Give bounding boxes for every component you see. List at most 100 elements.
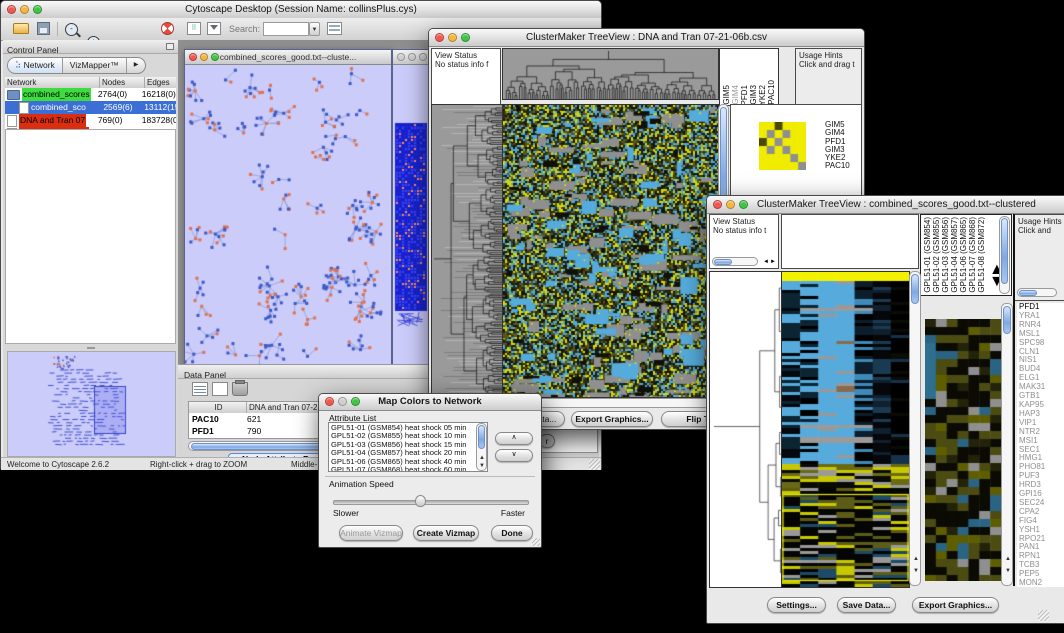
minimize-button[interactable] <box>20 5 29 14</box>
close-button[interactable] <box>189 53 197 61</box>
done-button[interactable]: Done <box>491 525 533 541</box>
tv1-export-graphics-button[interactable]: Export Graphics... <box>571 411 653 427</box>
network-row-combined-sco-selected[interactable]: combined_sco 2569(6) 13112(15) <box>5 101 176 114</box>
minimize-button[interactable] <box>200 53 208 61</box>
tv2-export-graphics-button[interactable]: Export Graphics... <box>912 597 999 613</box>
tv2-heatmap-canvas[interactable] <box>781 271 910 588</box>
birdseye-view-canvas[interactable] <box>7 351 176 457</box>
treeview2-title: ClusterMaker TreeView : combined_scores_… <box>707 196 1064 213</box>
search-input[interactable] <box>263 22 309 36</box>
minimize-button[interactable] <box>338 397 347 406</box>
status-middle-hint: Middle- <box>288 458 317 469</box>
tv1-gene-label[interactable]: PAC10 <box>825 162 861 170</box>
tv2-settings-button[interactable]: Settings... <box>767 597 826 613</box>
scroll-up-arrow[interactable]: ▲ <box>1005 555 1011 563</box>
resize-grip[interactable] <box>589 459 600 470</box>
zoom-button[interactable] <box>351 397 360 406</box>
scroll-down-arrow[interactable]: ▼ <box>913 567 919 575</box>
tv2-column-label: GPL51-03 (GSM856) <box>941 217 950 293</box>
close-button[interactable] <box>397 53 405 61</box>
tv2-gene-label[interactable]: MON2 <box>1019 579 1064 587</box>
tab-overflow-arrow[interactable]: ▶ <box>127 58 146 73</box>
new-attribute-icon[interactable] <box>212 382 228 396</box>
tv2-subheatmap-canvas[interactable] <box>925 319 1001 581</box>
filter-icon[interactable] <box>207 22 221 35</box>
close-button[interactable] <box>435 33 444 42</box>
tv1-heatmap-canvas[interactable] <box>502 104 719 398</box>
col-header-edges[interactable]: Edges <box>145 77 176 88</box>
trash-icon[interactable] <box>232 382 248 396</box>
folder-icon <box>7 90 20 100</box>
minimize-button[interactable] <box>726 200 735 209</box>
tv2-row-dendrogram-canvas[interactable] <box>709 271 783 588</box>
search-dropdown-button[interactable]: ▼ <box>309 22 320 36</box>
tv2-view-status-line2: No status info t <box>710 226 778 235</box>
zoom-button[interactable] <box>419 53 427 61</box>
treeview2-titlebar[interactable]: ClusterMaker TreeView : combined_scores_… <box>707 196 1064 214</box>
tv2-status-scrollbar[interactable] <box>712 257 758 266</box>
dialog-titlebar[interactable]: Map Colors to Network <box>319 394 541 411</box>
close-button[interactable] <box>325 397 334 406</box>
attribute-listbox[interactable]: GPL51-01 (GSM854) heat shock 05 minGPL51… <box>328 422 488 472</box>
tab-network[interactable]: ⠵ Network <box>8 58 63 73</box>
close-button[interactable] <box>7 5 16 14</box>
tv2-collabels-scrollbar[interactable] <box>999 216 1010 294</box>
tv2-column-label: GPL51-04 (GSM857) <box>950 217 959 293</box>
attribute-browser-icon[interactable] <box>327 22 342 35</box>
create-vizmap-button[interactable]: Create Vizmap <box>413 525 479 541</box>
tv1-view-status-line1: View Status <box>432 49 500 60</box>
treeview1-titlebar[interactable]: ClusterMaker TreeView : DNA and Tran 07-… <box>429 29 864 47</box>
tv1-subheatmap-canvas[interactable] <box>759 122 806 170</box>
tab-vizmapper[interactable]: VizMapper™ <box>63 58 127 73</box>
scroll-up-arrow[interactable]: ▲ <box>913 555 919 563</box>
tv2-hints-scrollbar[interactable] <box>1017 288 1057 297</box>
tv2-vscrollbar[interactable]: ▲ ▼ <box>909 271 921 586</box>
network-view-titlebar[interactable]: combined_scores_good.txt--cluste... <box>185 50 391 65</box>
animate-vizmap-button[interactable]: Animate Vizmap <box>339 525 403 541</box>
animation-slider-track[interactable] <box>333 500 529 505</box>
network-row-dna-tran[interactable]: DNA and Tran 07 769(0) 183728(0) <box>5 114 176 127</box>
tv2-save-data-button[interactable]: Save Data... <box>837 597 896 613</box>
help-lifesaver-icon[interactable] <box>161 22 174 35</box>
tv1-row-dendrogram-canvas[interactable] <box>431 104 503 398</box>
close-button[interactable] <box>713 200 722 209</box>
network-overview-icon[interactable]: ⠿ <box>187 22 201 35</box>
control-panel: Control Panel ⠵ Network VizMapper™ ▶ Net… <box>3 40 179 457</box>
main-titlebar[interactable]: Cytoscape Desktop (Session Name: collins… <box>1 1 601 19</box>
scroll-down-arrow[interactable]: ▼ <box>1005 567 1011 575</box>
tv1-column-label: YKE2 <box>758 85 767 105</box>
zoom-button[interactable] <box>211 53 219 61</box>
faster-label: Faster <box>501 508 525 518</box>
network-row-combined-scores[interactable]: combined_scores 2764(0) 16218(0) <box>5 88 176 101</box>
attribute-list-scrollbar[interactable]: ▲ ▼ <box>476 423 487 471</box>
tv2-usage-hints-line1: Usage Hints <box>1015 215 1064 226</box>
attribute-list-item[interactable]: GPL51-07 (GSM868) heat shock 60 min <box>331 466 485 472</box>
tv2-right-scrollbar[interactable]: ▲ ▼ <box>1001 303 1013 586</box>
dialog-resize-grip[interactable] <box>532 538 540 546</box>
tv2-pane-divider <box>1013 214 1015 586</box>
zoom-button[interactable] <box>33 5 42 14</box>
tv1-column-dendrogram-canvas[interactable] <box>502 48 719 100</box>
zoom-out-icon[interactable]: - <box>65 23 78 36</box>
minimize-button[interactable] <box>408 53 416 61</box>
zoom-button[interactable] <box>739 200 748 209</box>
minimize-button[interactable] <box>448 33 457 42</box>
scroll-right-arrow[interactable]: ► <box>770 259 776 265</box>
tv2-resize-grip[interactable] <box>1038 610 1049 621</box>
float-panel-icon[interactable] <box>166 43 174 50</box>
table-view-icon[interactable] <box>192 382 208 396</box>
save-session-icon[interactable] <box>37 22 50 35</box>
move-down-button[interactable]: ∨ <box>495 449 533 462</box>
zoom-button[interactable] <box>461 33 470 42</box>
scroll-up-arrow[interactable]: ▲ <box>479 454 485 462</box>
scroll-left-arrow[interactable]: ◄ <box>763 259 769 265</box>
animation-slider-thumb[interactable] <box>415 495 426 507</box>
open-file-icon[interactable] <box>13 23 29 34</box>
scroll-down-arrow[interactable]: ▼ <box>479 462 485 470</box>
col-header-nodes[interactable]: Nodes <box>100 77 145 88</box>
panel-divider-handle[interactable] <box>5 346 176 350</box>
move-up-button[interactable]: ∧ <box>495 432 533 445</box>
attr-col-id[interactable]: ID <box>189 402 247 413</box>
col-header-network[interactable]: Network <box>5 77 100 88</box>
network-canvas-1[interactable] <box>185 65 389 369</box>
